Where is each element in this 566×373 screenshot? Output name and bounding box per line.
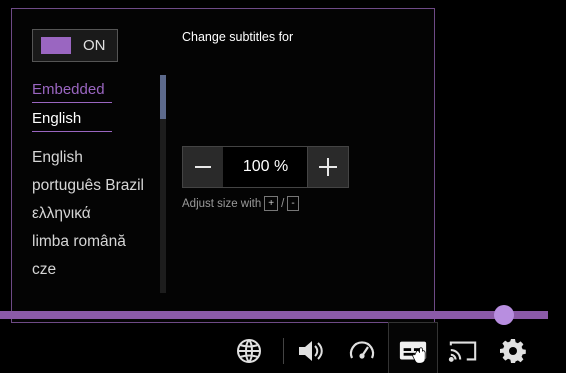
cast-button[interactable] (448, 336, 478, 366)
cast-icon (448, 341, 477, 362)
key-separator: / (281, 197, 285, 210)
language-item[interactable]: cze (32, 259, 162, 287)
key-minus: - (287, 196, 299, 211)
language-item[interactable]: limba română (32, 231, 162, 259)
language-item[interactable]: English (32, 147, 162, 175)
subtitles-title: Change subtitles for (182, 30, 294, 44)
size-increase-button[interactable] (307, 147, 348, 187)
subtitle-size-stepper: 100 % (182, 146, 349, 188)
settings-button[interactable] (498, 336, 528, 366)
minus-icon (195, 166, 211, 168)
volume-icon (299, 341, 323, 361)
tab-english[interactable]: English (32, 110, 112, 132)
globe-icon (237, 339, 261, 363)
size-hint: Adjust size with + / - (182, 196, 299, 211)
tab-embedded[interactable]: Embedded (32, 81, 112, 103)
language-scroll-thumb[interactable] (160, 75, 166, 119)
settings-icon (500, 339, 526, 363)
playback-speed-button[interactable] (347, 336, 377, 366)
toggle-label: ON (83, 37, 106, 54)
subtitles-icon (399, 341, 427, 364)
language-list: English português Brazil ελληνικά limba … (32, 147, 162, 292)
progress-handle[interactable] (494, 305, 514, 325)
subtitle-panel: ON Embedded English English português Br… (11, 8, 435, 323)
language-item[interactable]: português Brazil (32, 175, 162, 203)
control-divider (283, 338, 284, 364)
language-item[interactable]: ελληνικά (32, 203, 162, 231)
subtitles-toggle[interactable]: ON (32, 29, 118, 62)
speed-icon (349, 341, 375, 359)
progress-bar[interactable] (0, 311, 548, 319)
volume-button[interactable] (296, 336, 326, 366)
key-plus: + (264, 196, 279, 211)
plus-icon (319, 158, 337, 176)
size-decrease-button[interactable] (183, 147, 224, 187)
toggle-knob (41, 37, 71, 54)
subtitles-button[interactable] (398, 336, 428, 366)
size-value: 100 % (223, 147, 308, 187)
language-button[interactable] (234, 336, 264, 366)
size-hint-text: Adjust size with (182, 197, 262, 210)
